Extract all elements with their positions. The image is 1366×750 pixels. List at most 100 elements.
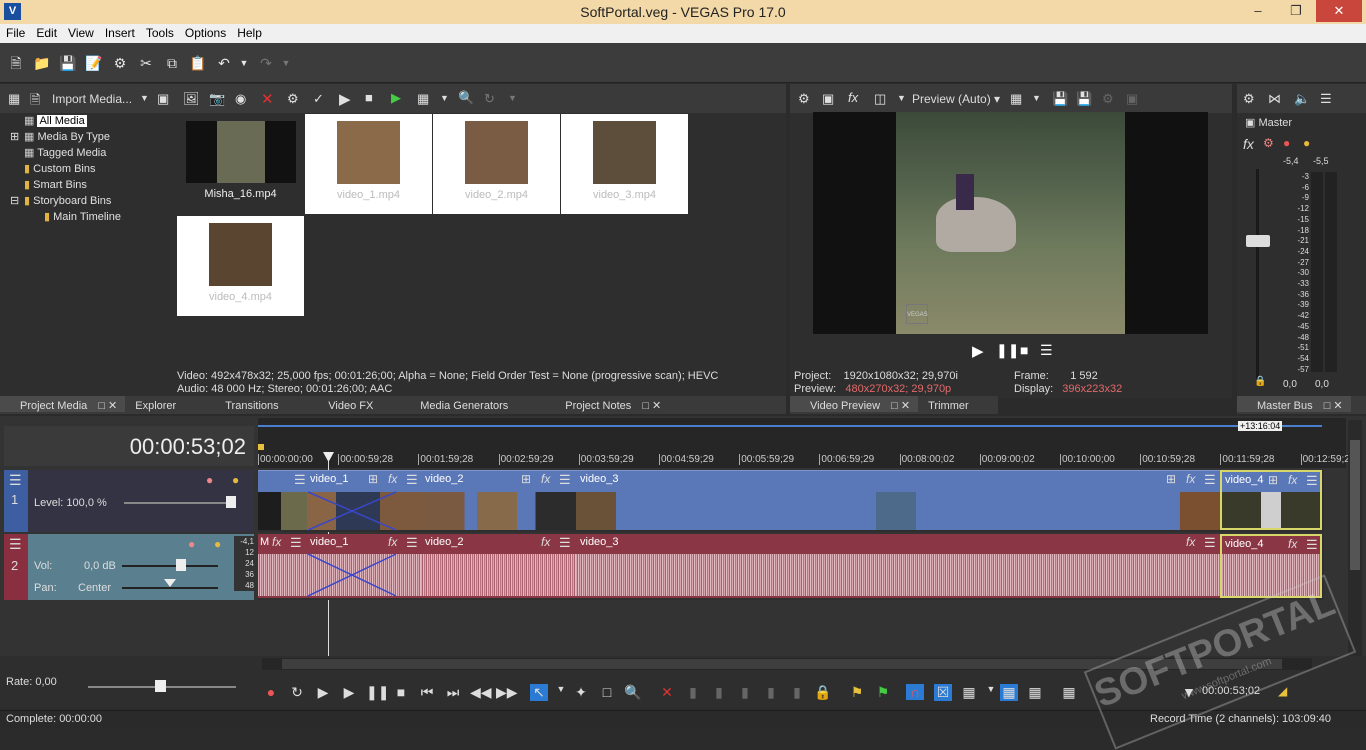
rate-slider-handle[interactable] (155, 680, 166, 692)
crop-icon[interactable]: ⊞ (1166, 472, 1176, 486)
maximize-button[interactable]: ❐ (1282, 0, 1310, 22)
clip-fx-icon[interactable]: fx (388, 472, 397, 486)
view-mode-icon[interactable]: ▦ (417, 91, 429, 107)
media-item[interactable]: Misha_16.mp4 (177, 114, 304, 214)
clip-fx-icon[interactable]: fx (541, 535, 550, 549)
hscroll-thumb[interactable] (282, 659, 1282, 669)
stop-icon[interactable]: ■ (392, 684, 410, 700)
clip-menu-icon[interactable]: ☰ (406, 535, 418, 551)
speaker-icon[interactable]: 🔈 (1294, 91, 1310, 107)
media-properties-icon[interactable]: ⚙ (287, 91, 299, 107)
clip-fx-icon[interactable]: fx (1186, 535, 1195, 549)
tab-master-bus[interactable]: Master Bus □ ✕ (1237, 396, 1351, 412)
cut-icon[interactable]: ✂ (137, 54, 155, 72)
track-menu-icon[interactable]: ☰ (9, 536, 22, 553)
paste-icon[interactable]: 📋 (189, 54, 207, 72)
master-fx-icon[interactable]: fx (1243, 136, 1254, 152)
tab-project-notes[interactable]: Project Notes □ ✕ (545, 396, 669, 412)
media-fx-plugin-icon[interactable]: ✓ (313, 91, 324, 107)
import-media-icon[interactable]: 🗎 (30, 91, 40, 113)
copy-icon[interactable]: ⧉ (163, 54, 181, 72)
master-solo-icon[interactable]: ● (1303, 136, 1310, 150)
copy-snapshot-icon[interactable]: 💾 (1052, 91, 1068, 107)
clip-menu-icon[interactable]: ☰ (1204, 535, 1216, 551)
loop-region-bar[interactable] (258, 425, 1322, 427)
pause-icon[interactable]: ❚❚ (366, 684, 389, 701)
external-monitor-icon[interactable]: ▣ (822, 91, 834, 107)
track-solo-icon[interactable]: ● (232, 473, 239, 487)
redo-dropdown-icon[interactable]: ▼ (277, 54, 295, 72)
auto-ripple-icon[interactable]: ▦ (1060, 684, 1078, 701)
refresh-icon[interactable]: ↻ (484, 91, 495, 107)
hdr-icon[interactable]: ▣ (1126, 91, 1138, 107)
get-media-icon[interactable]: 🖼 (183, 91, 200, 107)
menu-view[interactable]: View (62, 24, 99, 40)
clip-menu-icon[interactable]: ☰ (1204, 472, 1216, 488)
delete-icon[interactable]: ✕ (261, 90, 274, 108)
trim-icon[interactable]: ▮ (684, 684, 702, 701)
tree-item-smart-bins[interactable]: ▮ Smart Bins (10, 177, 170, 193)
ignore-grouping-icon[interactable]: ▦ (1026, 684, 1044, 701)
preview-quality-select[interactable]: Preview (Auto) ▾ (912, 92, 1000, 106)
menu-help[interactable]: Help (231, 24, 267, 40)
media-fx-icon[interactable]: 📷 (209, 91, 225, 107)
menu-file[interactable]: File (0, 24, 30, 40)
tree-item-storyboard-bins[interactable]: ⊟ ▮ Storyboard Bins (10, 193, 170, 209)
volume-slider-handle[interactable] (176, 559, 186, 571)
capture-icon[interactable]: ⚙ (1102, 91, 1114, 107)
tab-project-media[interactable]: Project Media □ ✕ (0, 396, 126, 412)
clip-fx-icon[interactable]: fx (541, 472, 550, 486)
track-mute-icon[interactable]: ● (206, 473, 213, 487)
save-icon[interactable]: 💾 (59, 54, 77, 72)
media-item[interactable]: video_4.mp4 (177, 216, 304, 316)
insert-region-icon[interactable]: ⚑ (874, 684, 892, 701)
new-file-icon[interactable]: 🗎 (7, 54, 25, 72)
insert-marker-icon[interactable]: ⚑ (848, 684, 866, 701)
tree-item-all-media[interactable]: ▦ All Media (10, 113, 170, 129)
checkbox-icon[interactable]: ▣ (1245, 117, 1255, 129)
remove-unused-icon[interactable]: ◉ (235, 91, 246, 107)
clip-fx-icon[interactable]: fx (272, 535, 281, 549)
clip-menu-icon[interactable]: ☰ (406, 472, 418, 488)
minimize-button[interactable]: – (1244, 0, 1272, 22)
envelope-tool-icon[interactable]: ✦ (572, 684, 590, 701)
redo-icon[interactable]: ↷ (257, 54, 275, 72)
clip-menu-icon[interactable]: ☰ (1306, 537, 1318, 553)
tab-trimmer[interactable]: Trimmer (918, 398, 977, 412)
zoom-tool-icon[interactable]: 🔍 (624, 684, 642, 701)
trim-start-icon[interactable]: ▮ (710, 684, 728, 701)
marker-icon[interactable] (258, 444, 264, 450)
audio-clip[interactable]: video_3 fx ☰ (576, 534, 1220, 598)
clip-menu-icon[interactable]: ☰ (294, 472, 306, 488)
tab-explorer[interactable]: Explorer (125, 398, 215, 412)
media-item[interactable]: video_2.mp4 (433, 114, 560, 214)
edit-tool-dropdown-icon[interactable]: ▼ (552, 684, 570, 694)
media-item[interactable]: video_3.mp4 (561, 114, 688, 214)
clip-menu-icon[interactable]: ☰ (1306, 473, 1318, 489)
expand-icon[interactable]: ⊞ (10, 129, 24, 145)
scrollbar-thumb[interactable] (1350, 440, 1360, 570)
open-folder-icon[interactable]: 📁 (33, 54, 51, 72)
overlays-grid-icon[interactable]: ▦ (1010, 91, 1022, 107)
video-clip-selected[interactable]: video_4 ⊞ fx ☰ (1220, 470, 1322, 530)
menu-tools[interactable]: Tools (140, 24, 179, 40)
split-dropdown-icon[interactable]: ▼ (897, 93, 906, 103)
collapse-icon[interactable]: ⊟ (10, 193, 24, 209)
go-to-start-icon[interactable]: ⏮ (418, 684, 436, 701)
undo-icon[interactable]: ↶ (215, 54, 233, 72)
clip-menu-icon[interactable]: ☰ (290, 535, 302, 551)
clip-menu-icon[interactable]: ☰ (559, 472, 571, 488)
delete-tool-icon[interactable]: ✕ (658, 684, 676, 701)
selection-tool-icon[interactable]: □ (598, 684, 616, 700)
views-icon[interactable]: ▦ (8, 91, 20, 107)
go-to-end-icon[interactable]: ⏭ (444, 684, 462, 701)
tree-item-tagged-media[interactable]: ▦ Tagged Media (10, 145, 170, 161)
downmix-icon[interactable]: ⋈ (1268, 91, 1281, 107)
master-automation-icon[interactable]: ⚙ (1263, 136, 1274, 150)
level-slider-handle[interactable] (226, 496, 236, 508)
crop-icon[interactable]: ⊞ (1268, 473, 1278, 487)
pan-slider[interactable] (122, 587, 218, 589)
video-clip[interactable]: video_3 ⊞ fx ☰ (576, 470, 1220, 530)
track-menu-icon[interactable]: ☰ (9, 472, 22, 489)
capture-video-icon[interactable]: ▣ (157, 91, 169, 107)
